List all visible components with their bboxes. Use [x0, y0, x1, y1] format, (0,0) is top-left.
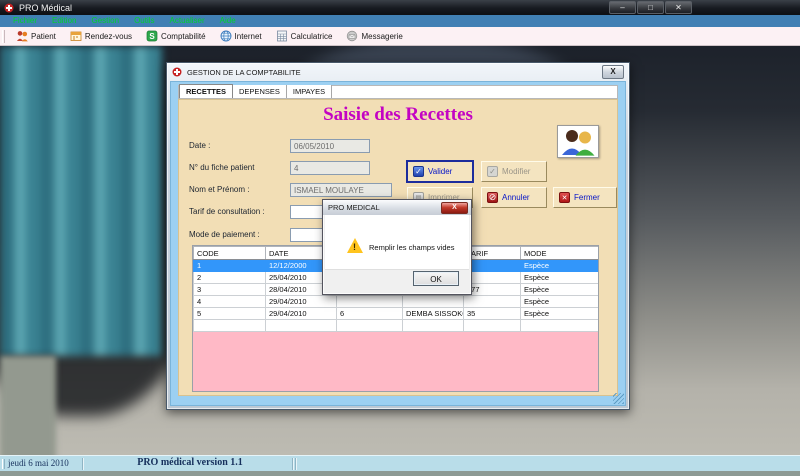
close-x-icon — [559, 192, 570, 203]
fermer-button[interactable]: Fermer — [553, 187, 617, 208]
window-controls: – □ ✕ — [609, 1, 692, 14]
fermer-label: Fermer — [574, 193, 600, 202]
maximize-button[interactable]: □ — [637, 1, 664, 14]
toolbar-comptabilite[interactable]: S Comptabilité — [141, 28, 210, 45]
calculator-icon — [276, 30, 288, 42]
menu-aide[interactable]: Aide — [220, 15, 236, 27]
close-button[interactable]: ✕ — [665, 1, 692, 14]
calendar-icon — [70, 30, 82, 42]
col-code[interactable]: CODE — [193, 246, 266, 260]
mode-label: Mode de paiement : — [189, 230, 260, 239]
nom-label: Nom et Prénom : — [189, 185, 250, 194]
toolbar-patient[interactable]: Patient — [11, 28, 61, 45]
table-row-empty[interactable] — [193, 319, 598, 332]
toolbar-calculatrice[interactable]: Calculatrice — [271, 28, 338, 45]
alert-dialog: PRO MEDICAL X ! Remplir les champs vides… — [322, 199, 472, 295]
toolbar-rendezvous[interactable]: Rendez-vous — [65, 28, 137, 45]
menu-outils[interactable]: Outils — [134, 15, 154, 27]
alert-close-button[interactable]: X — [441, 202, 468, 214]
minimize-button[interactable]: – — [609, 1, 636, 14]
two-users-icon — [562, 129, 595, 156]
dialog-icon — [172, 67, 182, 77]
window-title: PRO Médical — [19, 2, 73, 13]
statusbar-version: PRO médical version 1.1 — [137, 457, 243, 468]
modifier-button: Modifier — [481, 161, 547, 182]
alert-title: PRO MEDICAL — [328, 203, 380, 212]
toolbar-internet[interactable]: Internet — [215, 28, 267, 45]
photo-curtain — [0, 46, 162, 356]
fiche-label: N° du fiche patient — [189, 163, 255, 172]
tarif-label: Tarif de consultation : — [189, 207, 265, 216]
dialog-title: GESTION DE LA COMPTABILITE — [187, 67, 301, 77]
statusbar-separator — [295, 458, 296, 470]
nom-field — [290, 183, 392, 197]
date-field — [290, 139, 370, 153]
app-icon — [4, 3, 14, 13]
patients-image — [557, 125, 599, 158]
col-tarif[interactable]: TARIF — [463, 246, 521, 260]
mail-icon — [346, 30, 358, 42]
toolbar-grip — [2, 29, 5, 43]
resize-grip[interactable] — [613, 393, 624, 404]
toolbar-item-label: Rendez-vous — [84, 31, 133, 41]
date-label: Date : — [189, 141, 211, 150]
menu-actualiser[interactable]: Actualiser — [170, 15, 205, 27]
toolbar-item-label: Calculatrice — [290, 31, 333, 41]
tab-recettes[interactable]: RECETTES — [179, 84, 234, 98]
svg-text:S: S — [149, 32, 155, 41]
toolbar-item-label: Comptabilité — [161, 31, 206, 41]
window-titlebar: PRO Médical – □ ✕ — [0, 0, 800, 15]
valider-label: Valider — [428, 167, 453, 176]
desktop: PRO Médical – □ ✕ Fichier Edition Gestio… — [0, 0, 800, 476]
ok-button[interactable]: OK — [413, 271, 459, 286]
edit-icon — [487, 166, 498, 177]
statusbar-separator — [292, 458, 293, 470]
alert-content: ! Remplir les champs vides — [325, 215, 469, 271]
form-title: Saisie des Recettes — [323, 104, 473, 125]
menu-fichier[interactable]: Fichier — [13, 15, 37, 27]
statusbar-date: jeudi 6 mai 2010 — [8, 458, 69, 468]
cancel-icon — [487, 192, 498, 203]
alert-footer: OK — [325, 269, 469, 292]
accounting-icon: S — [146, 30, 158, 42]
menubar: Fichier Edition Gestion Outils Actualise… — [0, 15, 800, 27]
annuler-button[interactable]: Annuler — [481, 187, 547, 208]
photo-wall — [0, 356, 56, 455]
valider-button[interactable]: Valider — [407, 161, 473, 182]
statusbar: jeudi 6 mai 2010 PRO médical version 1.1 — [0, 455, 800, 471]
fiche-field — [290, 161, 370, 175]
modifier-label: Modifier — [502, 167, 531, 176]
statusbar-grip — [2, 459, 5, 469]
window-bottom-edge — [0, 471, 800, 476]
patient-icon — [16, 30, 28, 42]
statusbar-separator — [82, 458, 83, 470]
warning-icon: ! — [347, 238, 363, 253]
toolbar-messagerie[interactable]: Messagerie — [341, 28, 407, 45]
table-row[interactable]: 5 29/04/2010 6 DEMBA SISSOKO 35 Espèce — [193, 307, 598, 320]
toolbar-item-label: Internet — [234, 31, 262, 41]
toolbar-item-label: Patient — [31, 31, 56, 41]
col-mode[interactable]: MODE — [520, 246, 598, 260]
tab-impayes[interactable]: IMPAYES — [286, 85, 333, 98]
toolbar: Patient Rendez-vous S Comptabilité Inter… — [0, 27, 800, 46]
menu-edition[interactable]: Edition — [52, 15, 76, 27]
alert-titlebar[interactable]: PRO MEDICAL X — [323, 200, 471, 215]
annuler-label: Annuler — [502, 193, 530, 202]
menu-gestion[interactable]: Gestion — [91, 15, 119, 27]
dialog-titlebar[interactable]: GESTION DE LA COMPTABILITE X — [167, 63, 629, 81]
table-row[interactable]: 4 29/04/2010 Espèce — [193, 295, 598, 308]
check-icon — [413, 166, 424, 177]
alert-message: Remplir les champs vides — [369, 243, 455, 252]
dialog-close-button[interactable]: X — [602, 65, 624, 79]
tab-depenses[interactable]: DEPENSES — [233, 85, 287, 98]
globe-icon — [220, 30, 232, 42]
tabstrip: RECETTES DEPENSES IMPAYES — [178, 84, 618, 99]
toolbar-item-label: Messagerie — [361, 31, 403, 41]
